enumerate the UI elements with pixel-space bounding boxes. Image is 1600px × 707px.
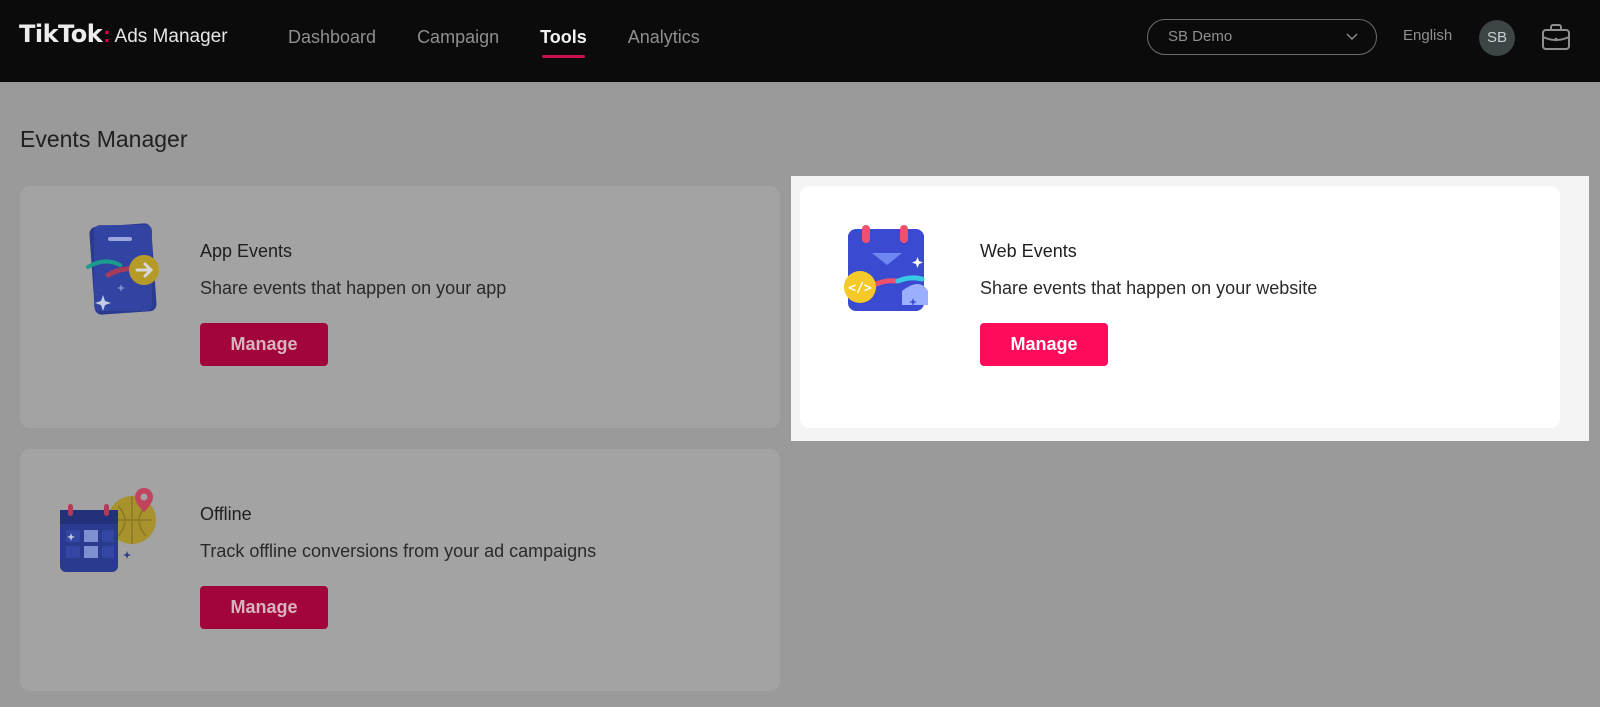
manage-web-events-button[interactable]: Manage [980, 323, 1108, 366]
top-navigation-bar: TikTok : Ads Manager Dashboard Campaign … [0, 0, 1600, 82]
chevron-down-icon [1346, 33, 1358, 40]
card-title: App Events [200, 241, 293, 261]
nav-tools[interactable]: Tools [540, 0, 587, 74]
web-events-card: </> Web Events Share events that happen … [800, 186, 1560, 428]
offline-card: Offline Track offline conversions from y… [20, 449, 780, 691]
app-events-card: App Events Share events that happen on y… [20, 186, 780, 428]
language-selector[interactable]: English [1403, 27, 1452, 44]
card-title: Web Events [980, 241, 1077, 261]
account-selector[interactable]: SB Demo [1147, 19, 1377, 55]
nav-campaign[interactable]: Campaign [417, 0, 499, 74]
card-description: Share events that happen on your app [200, 278, 507, 298]
card-description: Track offline conversions from your ad c… [200, 541, 597, 561]
card-description: Share events that happen on your website [980, 278, 1318, 298]
offline-events-icon [60, 488, 156, 572]
logo-brand: TikTok [19, 20, 103, 48]
card-title: Offline [200, 504, 252, 524]
manage-app-events-button[interactable]: Manage [200, 323, 328, 366]
logo-colon: : [103, 22, 111, 47]
app-events-icon [86, 223, 159, 315]
nav-dashboard[interactable]: Dashboard [288, 0, 376, 74]
account-selector-value: SB Demo [1168, 28, 1233, 45]
logo-product: Ads Manager [114, 26, 228, 47]
main-nav: Dashboard Campaign Tools Analytics [288, 0, 741, 82]
web-events-icon: </> [844, 225, 928, 311]
tiktok-ads-manager-logo[interactable]: TikTok : Ads Manager [19, 20, 228, 48]
svg-text:</>: </> [848, 281, 872, 296]
manage-offline-button[interactable]: Manage [200, 586, 328, 629]
briefcase-icon[interactable] [1540, 21, 1572, 53]
avatar[interactable]: SB [1479, 20, 1515, 56]
page-title: Events Manager [20, 126, 188, 152]
nav-analytics[interactable]: Analytics [628, 0, 700, 74]
